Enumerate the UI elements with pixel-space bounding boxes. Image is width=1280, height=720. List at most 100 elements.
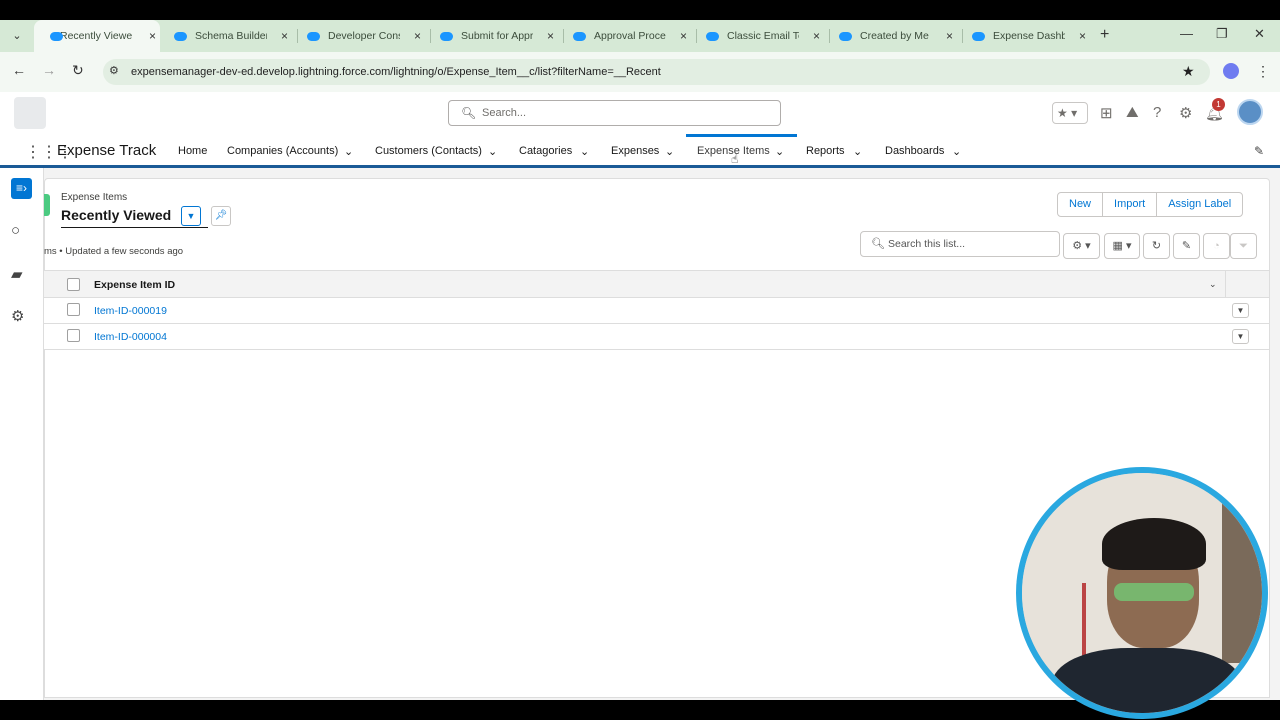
webcam-overlay [1016, 467, 1268, 719]
tab-title: Classic Email Te [727, 30, 799, 42]
column-divider [1225, 271, 1226, 297]
chart-icon[interactable]: ◔ [1203, 233, 1230, 259]
webcam-shelf [1222, 503, 1262, 663]
object-label: Expense Items [61, 192, 128, 203]
tab-list-icon[interactable]: ⌄ [6, 26, 28, 46]
browser-tab-submit-for-approval[interactable]: Submit for Appr × [430, 20, 558, 52]
chevron-down-icon[interactable]: ⌄ [853, 145, 862, 158]
restore-icon[interactable]: ❐ [1216, 26, 1228, 42]
refresh-icon[interactable]: ↻ [1143, 233, 1170, 259]
select-all-checkbox[interactable] [67, 278, 80, 291]
assign-label-button[interactable]: Assign Label [1157, 193, 1242, 216]
record-link[interactable]: Item-ID-000019 [94, 305, 167, 317]
browser-menu-icon[interactable]: ⋮ [1256, 63, 1270, 80]
tab-title: Recently Viewed [60, 30, 132, 42]
briefcase-icon[interactable]: ▰ [11, 265, 23, 283]
import-button[interactable]: Import [1103, 193, 1158, 216]
chevron-down-icon[interactable]: ⌄ [665, 145, 674, 158]
webcam-person-body [1052, 648, 1242, 713]
webcam-glasses [1114, 583, 1194, 601]
nav-item-customers[interactable]: Customers (Contacts) [375, 145, 482, 157]
chevron-down-icon[interactable]: ⌄ [952, 145, 961, 158]
list-search-placeholder: Search this list... [888, 238, 966, 250]
list-search-input[interactable]: 🔍︎ Search this list... [860, 231, 1060, 257]
help-icon[interactable]: ? [1153, 104, 1161, 121]
list-view-picker-chevron-icon[interactable]: ▼ [181, 206, 201, 226]
nav-item-dashboards[interactable]: Dashboards [885, 145, 944, 157]
chevron-down-icon[interactable]: ⌄ [344, 145, 353, 158]
tab-title: Approval Proces [594, 30, 666, 42]
close-window-icon[interactable]: ✕ [1254, 26, 1265, 42]
search-icon: 🔍︎ [871, 238, 885, 250]
close-icon[interactable]: × [1079, 29, 1086, 43]
nav-item-catagories[interactable]: Catagories [519, 145, 572, 157]
row-actions-chevron-icon[interactable]: ▼ [1232, 303, 1249, 318]
salesforce-cloud-icon [174, 31, 187, 41]
close-icon[interactable]: × [813, 29, 820, 43]
close-icon[interactable]: × [149, 29, 156, 43]
favorites-button[interactable]: ★ ▾ [1052, 102, 1088, 124]
search-icon: 🔍︎ [461, 106, 477, 120]
top-letterbox [0, 0, 1280, 20]
row-checkbox[interactable] [67, 303, 80, 316]
nav-item-companies[interactable]: Companies (Accounts) [227, 145, 338, 157]
chevron-down-icon[interactable]: ⌄ [488, 145, 497, 158]
chevron-down-icon[interactable]: ⌄ [775, 145, 784, 158]
back-icon[interactable]: ← [12, 62, 26, 78]
close-icon[interactable]: × [281, 29, 288, 43]
row-actions-chevron-icon[interactable]: ▼ [1232, 329, 1249, 344]
chevron-down-icon[interactable]: ⌄ [580, 145, 589, 158]
table-row [44, 324, 1269, 350]
salesforce-cloud-icon [307, 31, 320, 41]
browser-tab-approval-process[interactable]: Approval Proces × [563, 20, 691, 52]
pin-icon[interactable]: 📌︎ [211, 206, 231, 226]
global-add-icon[interactable]: ⊞ [1100, 104, 1113, 122]
salesforce-cloud-icon [50, 20, 64, 52]
gear-icon[interactable]: ⚙ [11, 307, 24, 325]
browser-tab-expense-dashboard[interactable]: Expense Dashb × [962, 20, 1090, 52]
browser-tab-developer-console[interactable]: Developer Cons × [297, 20, 425, 52]
browser-profile-icon[interactable] [1223, 63, 1239, 79]
forward-icon[interactable]: → [42, 62, 56, 78]
browser-tab-classic-email[interactable]: Classic Email Te × [696, 20, 824, 52]
close-icon[interactable]: × [680, 29, 687, 43]
minimize-icon[interactable]: — [1180, 26, 1193, 41]
nav-item-expenses[interactable]: Expenses [611, 145, 659, 157]
nav-item-home[interactable]: Home [178, 145, 207, 157]
tab-title: Expense Dashb [993, 30, 1065, 42]
browser-tab-strip: ⌄ Recently Viewed × Schema Builder | × D… [0, 20, 1280, 52]
user-avatar[interactable] [1237, 99, 1263, 125]
tab-title: Developer Cons [328, 30, 400, 42]
site-settings-icon[interactable]: ⚙ [109, 64, 119, 77]
close-icon[interactable]: × [946, 29, 953, 43]
url-text: expensemanager-dev-ed.develop.lightning.… [131, 66, 661, 78]
list-settings-gear-icon[interactable]: ⚙ ▾ [1063, 233, 1100, 259]
nav-item-reports[interactable]: Reports [806, 145, 845, 157]
close-icon[interactable]: × [547, 29, 554, 43]
app-name: Expense Track [57, 142, 157, 159]
trailhead-icon[interactable]: ⛰ [1126, 104, 1139, 121]
browser-tab-created-by-me[interactable]: Created by Me | × [829, 20, 957, 52]
edit-pencil-icon[interactable]: ✎ [1173, 233, 1200, 259]
chevron-down-icon[interactable]: ⌄ [1209, 279, 1217, 290]
circle-icon[interactable]: ○ [11, 222, 20, 239]
new-tab-icon[interactable]: + [1100, 26, 1109, 44]
global-search-input[interactable]: 🔍︎ Search... [448, 100, 781, 126]
filter-icon[interactable]: ⏷ [1230, 233, 1257, 259]
mouse-cursor-icon: ☝︎ [731, 152, 739, 166]
display-as-table-icon[interactable]: ▦ ▾ [1104, 233, 1140, 259]
column-header-expense-item-id[interactable]: Expense Item ID [94, 279, 175, 291]
reload-icon[interactable]: ↻ [72, 62, 84, 79]
bookmark-star-icon[interactable]: ★ [1182, 63, 1195, 80]
list-view-icon[interactable]: ≡› [11, 178, 32, 199]
tab-title: Created by Me | [860, 30, 932, 42]
row-checkbox[interactable] [67, 329, 80, 342]
new-button[interactable]: New [1058, 193, 1104, 216]
edit-nav-pencil-icon[interactable]: ✎ [1254, 144, 1264, 158]
setup-gear-icon[interactable]: ⚙ [1179, 104, 1192, 122]
close-icon[interactable]: × [414, 29, 421, 43]
browser-tab-schema-builder[interactable]: Schema Builder | × [164, 20, 292, 52]
record-link[interactable]: Item-ID-000004 [94, 331, 167, 343]
org-logo[interactable] [14, 97, 46, 129]
list-view-title: Recently Viewed [61, 207, 172, 223]
